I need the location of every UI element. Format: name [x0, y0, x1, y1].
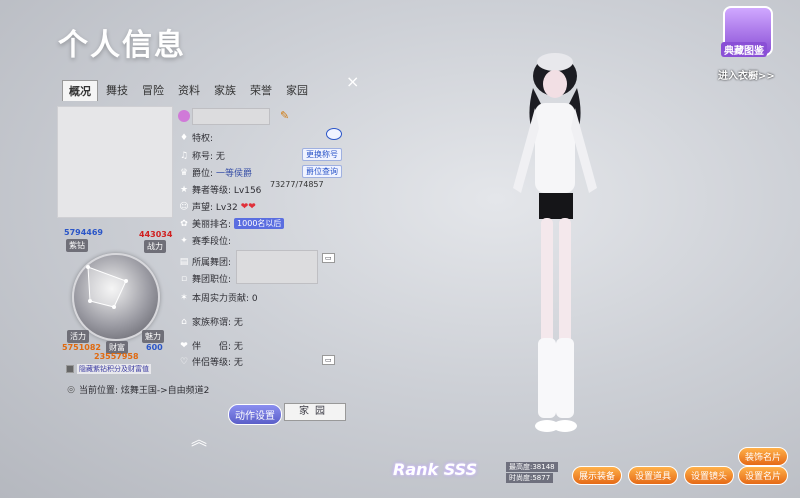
radar-shape [86, 265, 128, 309]
traits-row: ♦ 特权: [179, 131, 214, 145]
dance-level-row: ★ 舞者等级: Lv156 [179, 183, 262, 197]
tab-adventure[interactable]: 冒险 [136, 80, 170, 101]
tab-profile[interactable]: 资料 [172, 80, 206, 101]
set-card-button[interactable]: 设置名片 [738, 466, 789, 485]
partner-row: ❤ 伴 侣: 无 [179, 339, 243, 353]
rank-query-button[interactable]: 爵位查询 [302, 165, 342, 178]
character-avatar [513, 53, 597, 432]
troupe-role-row: ▫ 舞团职位: [179, 272, 232, 286]
buddy-info-button[interactable]: ▭ [322, 355, 335, 365]
tab-home[interactable]: 家园 [280, 80, 314, 101]
rank-logo: Rank SSS [393, 460, 478, 479]
tab-overview[interactable]: 概况 [62, 80, 98, 101]
heart-icon: ❤❤ [240, 201, 256, 212]
hide-stats-checkbox[interactable] [66, 365, 74, 373]
dance-exp: 73277/74857 [270, 180, 324, 189]
vitality-label: 活力 [67, 330, 89, 343]
buddy-icon: ♡ [179, 356, 189, 367]
avatar [57, 106, 173, 218]
combat-label: 战力 [144, 240, 166, 253]
family-title-row: ⌂ 家族称谓: 无 [179, 315, 243, 329]
affinity-stat: 时尚度:5877 [506, 473, 554, 483]
troupe-role-icon: ▫ [180, 273, 188, 284]
title-label: 称号: 无 [192, 152, 225, 162]
hide-stats-option[interactable]: 隐藏紫钻积分及财富值 [66, 364, 151, 374]
prestige-icon: ☺ [179, 201, 189, 212]
tab-honor[interactable]: 荣誉 [244, 80, 278, 101]
wardrobe-link[interactable]: 进入衣橱>> [718, 67, 775, 82]
rank-value: 一等侯爵 [216, 169, 253, 179]
purple-diamond-label: 紫钻 [66, 239, 88, 252]
gender-icon [178, 110, 190, 122]
set-camera-button[interactable]: 设置镜头 [684, 466, 735, 485]
trait-icon: ♦ [179, 132, 189, 143]
partner-label: 伴 侣: 无 [192, 342, 243, 352]
change-title-button[interactable]: 更换称号 [302, 148, 342, 161]
title-icon: ♫ [179, 150, 189, 161]
set-props-button[interactable]: 设置道具 [628, 466, 679, 485]
combat-value: 443034 [139, 230, 173, 239]
season-row: ✦ 赛季段位: [179, 234, 232, 248]
vitality-value: 5751082 [62, 343, 101, 352]
equip-card-button[interactable]: 装饰名片 [738, 447, 789, 466]
title-row: ♫ 称号: 无 [179, 149, 225, 163]
action-setting-button[interactable]: 动作设置 [228, 404, 282, 425]
edit-pencil-icon[interactable]: ✎ [280, 109, 289, 122]
partner-icon: ❤ [180, 340, 188, 351]
close-icon[interactable]: × [346, 72, 359, 91]
eye-icon[interactable] [326, 128, 342, 140]
nickname-field [192, 108, 270, 125]
tab-dance-skill[interactable]: 舞技 [100, 80, 134, 101]
family-icon: ⌂ [181, 316, 187, 327]
popularity-stat: 最高度:38148 [506, 462, 558, 472]
dance-level-label: 舞者等级: Lv156 [192, 186, 262, 196]
troupe-row: ▤ 所属舞团: [179, 255, 232, 269]
beauty-badge: 1000名以后 [234, 218, 285, 229]
rank-label: 爵位: [192, 169, 214, 179]
beauty-label: 美丽排名: [192, 220, 232, 230]
tab-bar: 概况 舞技 冒险 资料 家族 荣誉 家园 [62, 80, 316, 101]
location-label: 当前位置: 炫舞王国->自由频道2 [79, 386, 210, 396]
show-gear-button[interactable]: 展示装备 [572, 466, 623, 485]
hide-stats-label: 隐藏紫钻积分及财富值 [77, 364, 151, 374]
troupe-icon: ▤ [179, 256, 189, 267]
troupe-field [236, 250, 318, 284]
rank-icon: ♛ [179, 167, 189, 178]
home-button[interactable]: 家园 [284, 403, 346, 421]
prestige-row: ☺ 声望: Lv32 ❤❤ [179, 200, 256, 214]
location-icon: ◎ [67, 384, 75, 395]
weekly-contrib-label: 本周实力贡献: 0 [192, 294, 258, 304]
season-icon: ✦ [180, 235, 188, 246]
traits-label: 特权: [192, 134, 214, 144]
purple-diamond-value: 5794469 [64, 228, 103, 237]
beauty-rank-row: ✿ 美丽排名: 1000名以后 [179, 217, 285, 230]
tab-family[interactable]: 家族 [208, 80, 242, 101]
troupe-role-label: 舞团职位: [192, 275, 232, 285]
buddy-level-label: 伴侣等级: 无 [192, 358, 243, 368]
prestige-label: 声望: Lv32 [192, 203, 238, 213]
beauty-icon: ✿ [180, 218, 188, 229]
album-label[interactable]: 典藏图鉴 [721, 42, 767, 57]
troupe-info-button[interactable]: ▭ [322, 253, 335, 263]
season-label: 赛季段位: [192, 237, 232, 247]
charm-value: 600 [146, 343, 163, 352]
star-icon: ★ [179, 184, 189, 195]
stat-radar-chart [72, 253, 160, 341]
page-title: 个人信息 [58, 28, 186, 63]
contrib-icon: ✶ [180, 292, 188, 303]
location-row: ◎ 当前位置: 炫舞王国->自由频道2 [66, 383, 210, 397]
family-title-label: 家族称谓: 无 [192, 318, 243, 328]
charm-label: 魅力 [142, 330, 164, 343]
wealth-value: 23557958 [94, 352, 139, 361]
chevron-up-icon[interactable]: ︽ [191, 426, 207, 450]
weekly-contrib-row: ✶ 本周实力贡献: 0 [179, 291, 258, 305]
buddy-level-row: ♡ 伴侣等级: 无 [179, 355, 243, 369]
rank-row: ♛ 爵位: 一等侯爵 [179, 166, 253, 180]
troupe-label: 所属舞团: [192, 258, 232, 268]
